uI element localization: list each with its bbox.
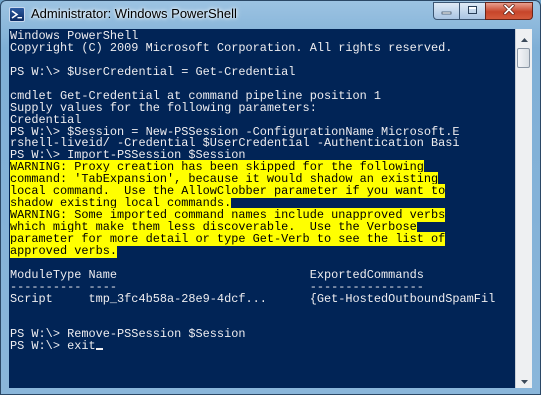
- console-text: PS W:\> $UserCredential = Get-Credential: [10, 64, 296, 79]
- console-line: PS W:\> $UserCredential = Get-Credential: [10, 64, 495, 79]
- minimize-icon: [441, 2, 452, 20]
- maximize-icon: [467, 2, 478, 20]
- console-text: Copyright (C) 2009 Microsoft Corporation…: [10, 40, 453, 55]
- title-bar[interactable]: Administrator: Windows PowerShell: [1, 1, 540, 29]
- window-title: Administrator: Windows PowerShell: [31, 6, 237, 21]
- console-text: Script tmp_3fc4b58a-28e9-4dcf... {Get-Ho…: [10, 291, 496, 306]
- console-output[interactable]: Windows PowerShell Copyright (C) 2009 Mic…: [9, 29, 515, 388]
- text-cursor: [95, 348, 103, 351]
- close-button[interactable]: [485, 2, 533, 20]
- scroll-thumb[interactable]: [517, 48, 530, 68]
- console-line: Script tmp_3fc4b58a-28e9-4dcf... {Get-Ho…: [10, 291, 496, 306]
- arrow-down-icon: [520, 371, 528, 389]
- window-frame-bottom: [1, 388, 540, 394]
- powershell-icon[interactable]: [9, 7, 25, 22]
- scroll-up-button[interactable]: [516, 29, 532, 46]
- minimize-button[interactable]: [433, 2, 460, 20]
- powershell-window: Administrator: Windows PowerShell Window…: [0, 0, 541, 395]
- console-lines: Windows PowerShell Copyright (C) 2009 Mic…: [10, 30, 496, 354]
- console-line: PS W:\> exit: [10, 339, 495, 354]
- scroll-down-button[interactable]: [516, 371, 532, 388]
- console-text: PS W:\> exit: [10, 339, 96, 354]
- arrow-up-icon: [520, 29, 528, 47]
- warning-text: approved verbs.: [10, 243, 118, 258]
- vertical-scrollbar[interactable]: [515, 29, 532, 388]
- close-icon: [503, 2, 515, 20]
- maximize-button[interactable]: [459, 2, 486, 20]
- console-line: Copyright (C) 2009 Microsoft Corporation…: [10, 40, 495, 55]
- console-line: approved verbs.: [10, 243, 495, 258]
- console-line: Supply values for the following paramete…: [10, 102, 495, 115]
